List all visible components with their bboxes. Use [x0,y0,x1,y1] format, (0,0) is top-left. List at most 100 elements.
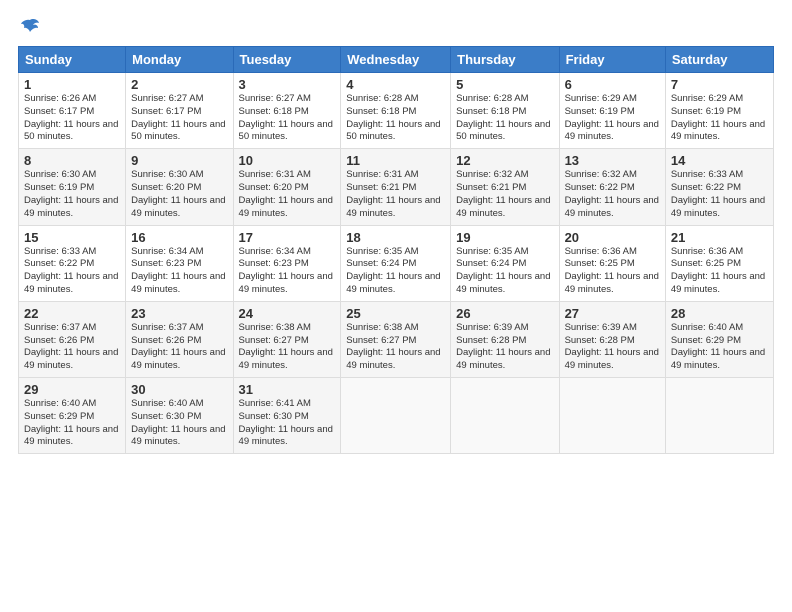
day-info: Sunrise: 6:31 AM Sunset: 6:20 PM Dayligh… [239,169,336,220]
calendar-cell: 10 Sunrise: 6:31 AM Sunset: 6:20 PM Dayl… [233,149,341,225]
calendar-table: SundayMondayTuesdayWednesdayThursdayFrid… [18,46,774,454]
calendar-cell: 26 Sunrise: 6:39 AM Sunset: 6:28 PM Dayl… [451,301,559,377]
day-info: Sunrise: 6:33 AM Sunset: 6:22 PM Dayligh… [671,169,768,220]
logo [18,18,40,36]
calendar-cell: 6 Sunrise: 6:29 AM Sunset: 6:19 PM Dayli… [559,73,665,149]
day-number: 17 [239,230,336,245]
calendar-cell: 15 Sunrise: 6:33 AM Sunset: 6:22 PM Dayl… [19,225,126,301]
day-info: Sunrise: 6:39 AM Sunset: 6:28 PM Dayligh… [565,322,660,373]
calendar-cell: 7 Sunrise: 6:29 AM Sunset: 6:19 PM Dayli… [665,73,773,149]
day-info: Sunrise: 6:37 AM Sunset: 6:26 PM Dayligh… [131,322,227,373]
calendar-week-3: 15 Sunrise: 6:33 AM Sunset: 6:22 PM Dayl… [19,225,774,301]
day-number: 4 [346,77,445,92]
calendar-week-5: 29 Sunrise: 6:40 AM Sunset: 6:29 PM Dayl… [19,378,774,454]
calendar-cell: 20 Sunrise: 6:36 AM Sunset: 6:25 PM Dayl… [559,225,665,301]
calendar-cell: 9 Sunrise: 6:30 AM Sunset: 6:20 PM Dayli… [126,149,233,225]
logo-bird-icon [20,18,40,36]
day-number: 6 [565,77,660,92]
calendar-cell: 17 Sunrise: 6:34 AM Sunset: 6:23 PM Dayl… [233,225,341,301]
day-info: Sunrise: 6:36 AM Sunset: 6:25 PM Dayligh… [565,246,660,297]
day-info: Sunrise: 6:36 AM Sunset: 6:25 PM Dayligh… [671,246,768,297]
day-info: Sunrise: 6:34 AM Sunset: 6:23 PM Dayligh… [239,246,336,297]
day-number: 20 [565,230,660,245]
day-number: 2 [131,77,227,92]
calendar-cell [451,378,559,454]
calendar-cell: 2 Sunrise: 6:27 AM Sunset: 6:17 PM Dayli… [126,73,233,149]
calendar-header-wednesday: Wednesday [341,47,451,73]
day-number: 11 [346,153,445,168]
calendar-week-1: 1 Sunrise: 6:26 AM Sunset: 6:17 PM Dayli… [19,73,774,149]
day-info: Sunrise: 6:31 AM Sunset: 6:21 PM Dayligh… [346,169,445,220]
day-number: 21 [671,230,768,245]
calendar-cell: 12 Sunrise: 6:32 AM Sunset: 6:21 PM Dayl… [451,149,559,225]
day-info: Sunrise: 6:39 AM Sunset: 6:28 PM Dayligh… [456,322,553,373]
day-info: Sunrise: 6:32 AM Sunset: 6:22 PM Dayligh… [565,169,660,220]
day-number: 7 [671,77,768,92]
day-number: 12 [456,153,553,168]
day-info: Sunrise: 6:27 AM Sunset: 6:18 PM Dayligh… [239,93,336,144]
day-number: 31 [239,382,336,397]
calendar-cell: 13 Sunrise: 6:32 AM Sunset: 6:22 PM Dayl… [559,149,665,225]
calendar-cell: 5 Sunrise: 6:28 AM Sunset: 6:18 PM Dayli… [451,73,559,149]
calendar-cell: 1 Sunrise: 6:26 AM Sunset: 6:17 PM Dayli… [19,73,126,149]
day-info: Sunrise: 6:30 AM Sunset: 6:20 PM Dayligh… [131,169,227,220]
day-number: 25 [346,306,445,321]
day-info: Sunrise: 6:28 AM Sunset: 6:18 PM Dayligh… [346,93,445,144]
calendar-header-thursday: Thursday [451,47,559,73]
calendar-header-sunday: Sunday [19,47,126,73]
calendar-cell: 25 Sunrise: 6:38 AM Sunset: 6:27 PM Dayl… [341,301,451,377]
day-number: 5 [456,77,553,92]
day-number: 15 [24,230,120,245]
day-info: Sunrise: 6:40 AM Sunset: 6:30 PM Dayligh… [131,398,227,449]
calendar-cell [665,378,773,454]
day-info: Sunrise: 6:32 AM Sunset: 6:21 PM Dayligh… [456,169,553,220]
calendar-cell: 23 Sunrise: 6:37 AM Sunset: 6:26 PM Dayl… [126,301,233,377]
day-info: Sunrise: 6:33 AM Sunset: 6:22 PM Dayligh… [24,246,120,297]
day-info: Sunrise: 6:38 AM Sunset: 6:27 PM Dayligh… [346,322,445,373]
day-info: Sunrise: 6:41 AM Sunset: 6:30 PM Dayligh… [239,398,336,449]
calendar-cell: 21 Sunrise: 6:36 AM Sunset: 6:25 PM Dayl… [665,225,773,301]
calendar-cell [559,378,665,454]
day-number: 29 [24,382,120,397]
calendar-cell: 22 Sunrise: 6:37 AM Sunset: 6:26 PM Dayl… [19,301,126,377]
calendar-cell: 31 Sunrise: 6:41 AM Sunset: 6:30 PM Dayl… [233,378,341,454]
calendar-header-tuesday: Tuesday [233,47,341,73]
calendar-cell: 14 Sunrise: 6:33 AM Sunset: 6:22 PM Dayl… [665,149,773,225]
day-info: Sunrise: 6:38 AM Sunset: 6:27 PM Dayligh… [239,322,336,373]
day-info: Sunrise: 6:26 AM Sunset: 6:17 PM Dayligh… [24,93,120,144]
day-number: 28 [671,306,768,321]
calendar-cell: 4 Sunrise: 6:28 AM Sunset: 6:18 PM Dayli… [341,73,451,149]
calendar-cell: 18 Sunrise: 6:35 AM Sunset: 6:24 PM Dayl… [341,225,451,301]
calendar-cell: 29 Sunrise: 6:40 AM Sunset: 6:29 PM Dayl… [19,378,126,454]
day-number: 1 [24,77,120,92]
day-number: 18 [346,230,445,245]
page-header [18,18,774,36]
calendar-week-4: 22 Sunrise: 6:37 AM Sunset: 6:26 PM Dayl… [19,301,774,377]
day-number: 14 [671,153,768,168]
day-info: Sunrise: 6:29 AM Sunset: 6:19 PM Dayligh… [565,93,660,144]
day-number: 10 [239,153,336,168]
calendar-cell: 24 Sunrise: 6:38 AM Sunset: 6:27 PM Dayl… [233,301,341,377]
calendar-week-2: 8 Sunrise: 6:30 AM Sunset: 6:19 PM Dayli… [19,149,774,225]
day-number: 23 [131,306,227,321]
calendar-cell: 30 Sunrise: 6:40 AM Sunset: 6:30 PM Dayl… [126,378,233,454]
day-number: 22 [24,306,120,321]
day-number: 30 [131,382,227,397]
calendar-cell: 8 Sunrise: 6:30 AM Sunset: 6:19 PM Dayli… [19,149,126,225]
day-info: Sunrise: 6:35 AM Sunset: 6:24 PM Dayligh… [456,246,553,297]
day-number: 19 [456,230,553,245]
day-info: Sunrise: 6:29 AM Sunset: 6:19 PM Dayligh… [671,93,768,144]
day-info: Sunrise: 6:30 AM Sunset: 6:19 PM Dayligh… [24,169,120,220]
day-info: Sunrise: 6:35 AM Sunset: 6:24 PM Dayligh… [346,246,445,297]
day-info: Sunrise: 6:28 AM Sunset: 6:18 PM Dayligh… [456,93,553,144]
day-number: 8 [24,153,120,168]
calendar-header-saturday: Saturday [665,47,773,73]
calendar-cell: 11 Sunrise: 6:31 AM Sunset: 6:21 PM Dayl… [341,149,451,225]
day-number: 27 [565,306,660,321]
day-info: Sunrise: 6:40 AM Sunset: 6:29 PM Dayligh… [671,322,768,373]
calendar-header-row: SundayMondayTuesdayWednesdayThursdayFrid… [19,47,774,73]
day-number: 26 [456,306,553,321]
day-info: Sunrise: 6:34 AM Sunset: 6:23 PM Dayligh… [131,246,227,297]
calendar-page: SundayMondayTuesdayWednesdayThursdayFrid… [0,0,792,612]
day-info: Sunrise: 6:37 AM Sunset: 6:26 PM Dayligh… [24,322,120,373]
